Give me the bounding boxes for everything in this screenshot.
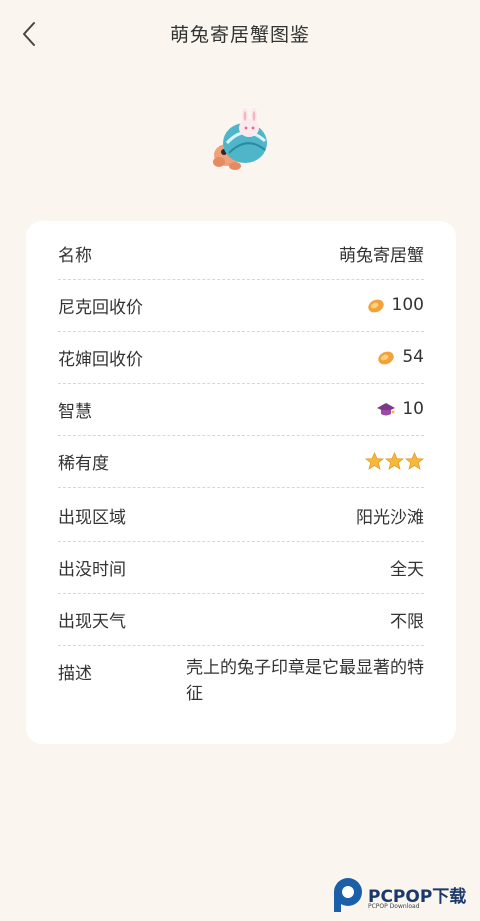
star-icon [385,452,404,470]
info-row: 智慧 10 [58,383,424,436]
row-label: 智慧 [58,401,92,422]
header-bar: 萌兔寄居蟹图鉴 [0,0,480,68]
star-icon [405,452,424,470]
row-value-text: 不限 [390,611,424,632]
row-value: 阳光沙滩 [356,503,424,528]
info-row: 出现天气 不限 [58,593,424,646]
info-row: 名称 萌兔寄居蟹 [58,227,424,280]
info-row: 尼克回收价 100 [58,279,424,332]
row-label: 出现区域 [58,507,126,528]
page-title: 萌兔寄居蟹图鉴 [169,24,310,46]
row-value-text: 全天 [390,559,424,580]
row-value: 54 [376,347,424,367]
row-value: 不限 [390,607,424,632]
row-value-text: 壳上的兔子印章是它最显著的特征 [186,658,424,704]
graduation-cap-icon [377,403,396,416]
info-row: 出没时间 全天 [58,541,424,594]
row-value [365,452,424,470]
row-value: 10 [376,399,424,419]
row-value: 萌兔寄居蟹 [339,241,424,266]
info-row: 出现区域 阳光沙滩 [58,489,424,542]
info-card: 名称 萌兔寄居蟹尼克回收价 100 花婶回收价 54 智慧 10 稀有度出现区域 阳光沙滩出没时… [26,221,456,744]
row-value-text: 100 [391,295,424,315]
rarity-stars [365,452,424,470]
shell-coin-icon [378,351,395,365]
star-icon [365,452,384,470]
info-row: 花婶回收价 54 [58,331,424,384]
hermit-crab-illustration [205,107,275,178]
row-value: 壳上的兔子印章是它最显著的特征 [186,645,424,707]
row-value-text: 54 [402,347,424,367]
row-label: 稀有度 [58,453,109,474]
row-label: 名称 [58,245,92,266]
row-label: 出现天气 [58,611,126,632]
pcpop-logo-icon [334,878,362,912]
watermark-logo: PCPOP下载 PCPOP Download [332,876,478,916]
row-value-text: 阳光沙滩 [356,507,424,528]
row-value-text: 10 [402,399,424,419]
info-row: 稀有度 [58,435,424,488]
info-row: 描述 壳上的兔子印章是它最显著的特征 [58,645,424,735]
row-value: 全天 [390,555,424,580]
watermark-subtext: PCPOP Download [368,903,420,910]
row-label: 出没时间 [58,559,126,580]
row-value-text: 萌兔寄居蟹 [339,245,424,266]
row-label: 尼克回收价 [58,297,143,318]
row-value: 100 [366,295,424,315]
row-label: 描述 [58,664,92,684]
shell-coin-icon [367,299,384,313]
row-label: 花婶回收价 [58,349,143,370]
